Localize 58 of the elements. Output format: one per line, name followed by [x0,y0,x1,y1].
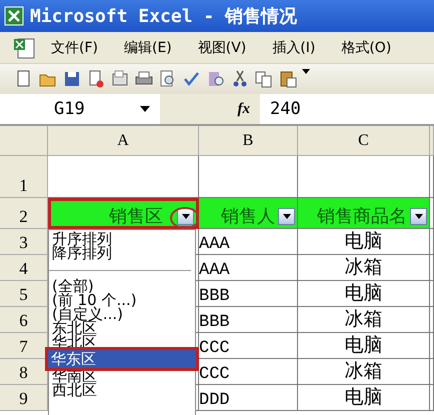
table-cell: BBB [199,281,298,307]
menu-item[interactable]: 插入(I) [259,38,328,56]
table-cell: CCC [199,359,298,385]
filter-option[interactable]: 东北区 [49,321,195,335]
table-cell: BBB [199,307,298,333]
row-header[interactable]: 6 [0,307,48,333]
row-header[interactable]: 7 [0,333,48,359]
column-header[interactable]: A [48,126,199,156]
caret-icon [282,214,290,219]
caret-icon [414,214,422,219]
function-label[interactable]: fx [160,94,260,124]
row-header[interactable]: 8 [0,359,48,385]
sort-option[interactable]: 降序排列 [49,246,195,260]
filter-button[interactable] [410,208,427,225]
spreadsheet-icon [4,6,24,26]
window-title-text: Microsoft Excel - 销售情况 [30,5,298,28]
menu-item[interactable]: 编辑(E) [110,38,185,56]
filter-option[interactable]: 西北区 [49,383,195,397]
filter-button[interactable] [278,208,295,225]
filter-option[interactable]: 华东区 [48,350,196,368]
row-header[interactable]: 3 [0,229,48,255]
paste-icon[interactable] [278,69,298,89]
caret-icon [182,214,190,219]
menu-item[interactable]: 格式(O) [328,38,404,56]
table-cell: CCC [199,333,298,359]
table-cell: 电脑 [298,385,430,411]
sort-option[interactable]: 升序排列 [49,232,195,246]
filter-button[interactable] [177,208,194,225]
row-header[interactable]: 1 [0,156,48,198]
table-cell: AAA [199,229,298,255]
copy-icon[interactable] [254,69,274,89]
header-label: 销售人 [221,205,275,228]
column-header[interactable]: B [199,126,298,156]
menu-item[interactable]: 视图(V) [184,38,260,56]
caret-icon[interactable] [140,106,150,112]
save-icon[interactable] [62,69,82,89]
header-label: 销售商品名 [317,205,407,228]
table-cell: AAA [199,255,298,281]
formula-field[interactable]: 240 [260,99,301,119]
row-header[interactable]: 9 [0,385,48,411]
row-header[interactable]: 2 [0,198,48,229]
table-cell: 冰箱 [298,359,430,385]
corner-cell[interactable] [0,126,48,156]
table-cell: 电脑 [298,229,430,255]
table-cell: 电脑 [298,281,430,307]
menu-item[interactable]: 文件(F) [38,38,111,56]
column-header[interactable]: C [298,126,430,156]
row-header[interactable]: 5 [0,281,48,307]
header-label: 销售区 [109,205,163,228]
filter-option[interactable]: (全部) [49,279,195,293]
table-cell: 冰箱 [298,307,430,333]
row-header[interactable]: 4 [0,255,48,281]
name-box[interactable]: G19 [0,99,160,119]
table-cell: DDD [199,385,298,411]
table-cell: 电脑 [298,333,430,359]
filter-option[interactable]: (自定义...) [49,307,195,321]
table-cell: 冰箱 [298,255,430,281]
filter-option[interactable]: (前 10 个...) [49,293,195,307]
